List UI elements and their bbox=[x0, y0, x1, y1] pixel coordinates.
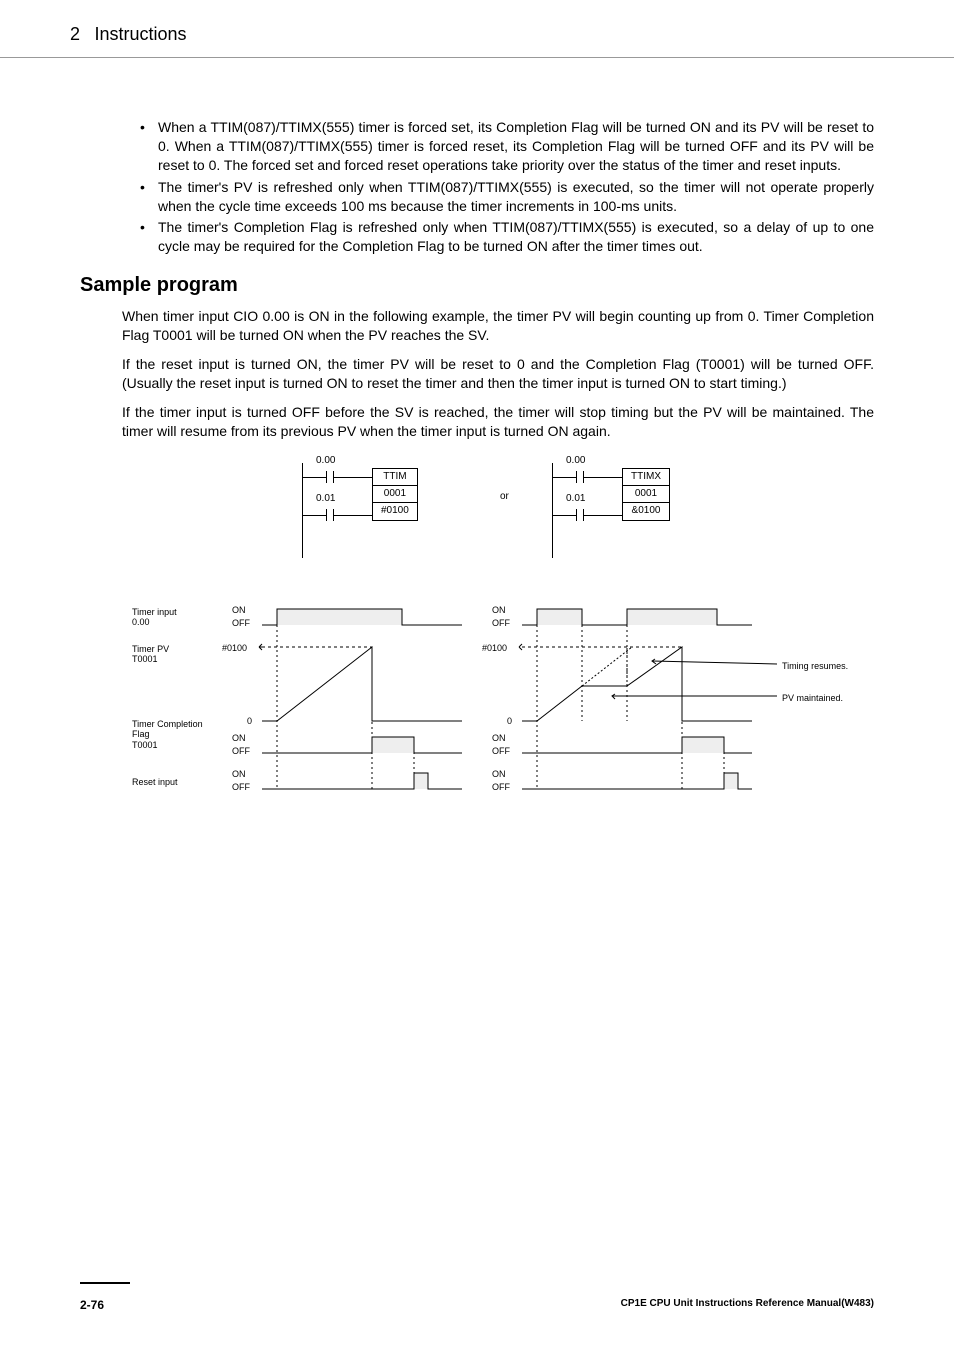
page-number: 2-76 bbox=[80, 1298, 104, 1312]
paragraph: If the timer input is turned OFF before … bbox=[80, 403, 874, 441]
timing-svg bbox=[122, 601, 882, 801]
manual-title: CP1E CPU Unit Instructions Reference Man… bbox=[621, 1298, 874, 1312]
section-heading: Sample program bbox=[80, 274, 874, 297]
ladder-input-label: 0.01 bbox=[566, 493, 585, 504]
block-row: 0001 bbox=[373, 486, 417, 503]
page-footer: 2-76 CP1E CPU Unit Instructions Referenc… bbox=[0, 1282, 954, 1312]
ladder-input-label: 0.00 bbox=[316, 455, 335, 466]
block-row: #0100 bbox=[373, 503, 417, 520]
chapter-number: 2 bbox=[70, 24, 80, 44]
page-header: 2 Instructions bbox=[0, 0, 954, 58]
bullet-item: When a TTIM(087)/TTIMX(555) timer is for… bbox=[140, 118, 874, 175]
footer-rule bbox=[80, 1282, 130, 1284]
block-row: 0001 bbox=[623, 486, 669, 503]
block-row: TTIMX bbox=[623, 469, 669, 486]
ladder-diagram-area: 0.00 0.01 TTIM 0001 #0100 or 0.00 bbox=[122, 451, 874, 581]
ladder-block: TTIMX 0001 &0100 bbox=[622, 468, 670, 521]
or-label: or bbox=[500, 491, 509, 502]
ladder-block: TTIM 0001 #0100 bbox=[372, 468, 418, 521]
timing-diagram-area: Timer input 0.00 Timer PV T0001 Timer Co… bbox=[122, 601, 874, 831]
block-row: TTIM bbox=[373, 469, 417, 486]
block-row: &0100 bbox=[623, 503, 669, 520]
paragraph: If the reset input is turned ON, the tim… bbox=[80, 355, 874, 393]
chapter-title: Instructions bbox=[94, 24, 186, 44]
paragraph: When timer input CIO 0.00 is ON in the f… bbox=[80, 307, 874, 345]
bullet-item: The timer's Completion Flag is refreshed… bbox=[140, 218, 874, 256]
ladder-input-label: 0.00 bbox=[566, 455, 585, 466]
bullet-item: The timer's PV is refreshed only when TT… bbox=[140, 178, 874, 216]
content-body: When a TTIM(087)/TTIMX(555) timer is for… bbox=[0, 118, 954, 831]
ladder-input-label: 0.01 bbox=[316, 493, 335, 504]
bullet-list: When a TTIM(087)/TTIMX(555) timer is for… bbox=[80, 118, 874, 256]
